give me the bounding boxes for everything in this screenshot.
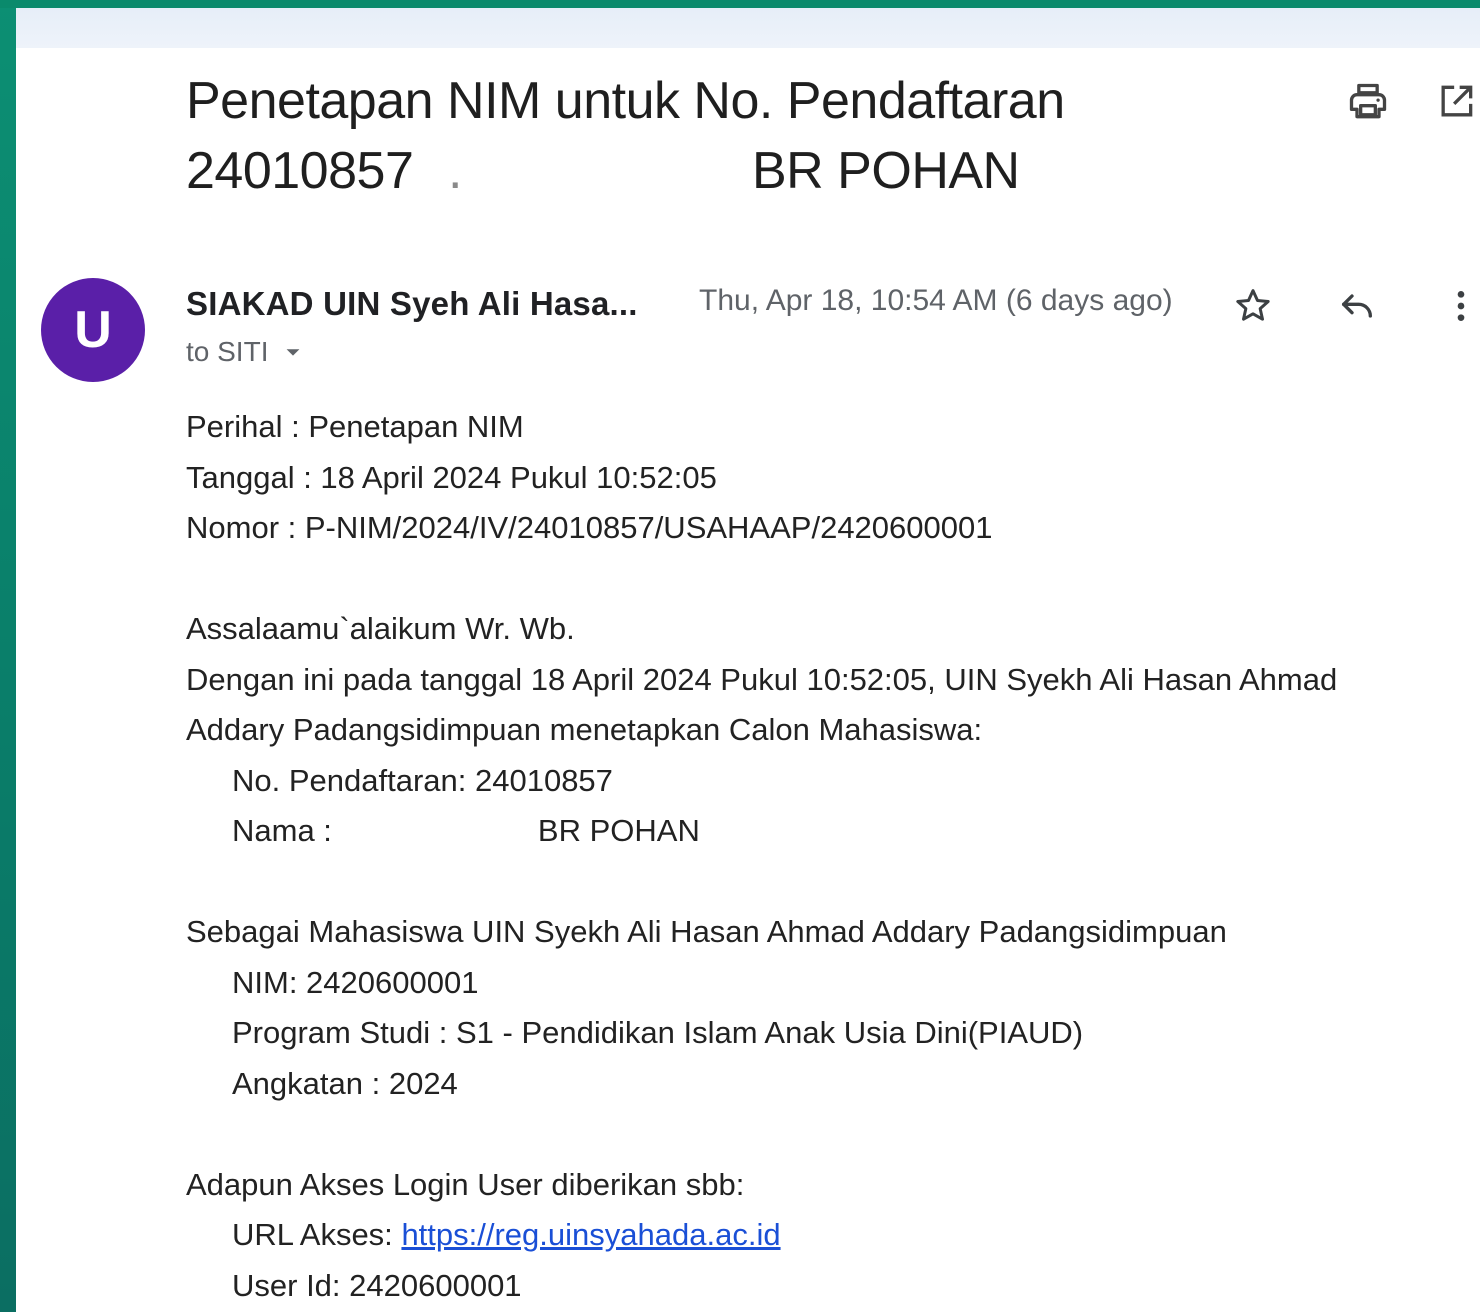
avatar-letter: U bbox=[74, 301, 112, 359]
nomor-line: Nomor : P-NIM/2024/IV/24010857/USAHAAP/2… bbox=[186, 510, 993, 545]
as-student-line: Sebagai Mahasiswa UIN Syekh Ali Hasan Ah… bbox=[186, 914, 1227, 949]
sender-name[interactable]: SIAKAD UIN Syeh Ali Hasa... bbox=[186, 285, 638, 323]
perihal-line: Perihal : Penetapan NIM bbox=[186, 409, 524, 444]
name-label: Nama : bbox=[232, 813, 332, 848]
email-body: Perihal : Penetapan NIM Tanggal : 18 Apr… bbox=[186, 402, 1466, 1311]
dropdown-arrow-icon[interactable] bbox=[282, 341, 304, 363]
intro-line-2: Addary Padangsidimpuan menetapkan Calon … bbox=[186, 712, 983, 747]
toolbar-strip bbox=[16, 8, 1480, 48]
tanggal-line: Tanggal : 18 April 2024 Pukul 10:52:05 bbox=[186, 459, 717, 495]
intro-line-1: Dengan ini pada tanggal 18 April 2024 Pu… bbox=[186, 661, 1338, 697]
email-subject: Penetapan NIM untuk No. Pendaftaran 2401… bbox=[186, 66, 1316, 206]
access-url-link[interactable]: https://reg.uinsyahada.ac.id bbox=[401, 1217, 780, 1252]
recipient-label: to SITI bbox=[186, 336, 269, 367]
reply-icon[interactable] bbox=[1333, 282, 1381, 330]
greeting-line: Assalaamu`alaikum Wr. Wb. bbox=[186, 611, 575, 646]
sender-row: SIAKAD UIN Syeh Ali Hasa... bbox=[186, 280, 638, 328]
subject-line-2: 24010857 . BR POHAN bbox=[186, 136, 1316, 206]
name-value: BR POHAN bbox=[537, 813, 700, 848]
subject-registration-number: 24010857 bbox=[186, 142, 414, 200]
program-line: Program Studi : S1 - Pendidikan Islam An… bbox=[232, 1015, 1084, 1050]
nim-line: NIM: 2420600001 bbox=[232, 964, 479, 1000]
recipients[interactable]: to SITI bbox=[186, 336, 304, 368]
user-id-line: User Id: 2420600001 bbox=[232, 1267, 522, 1303]
sent-date[interactable]: Thu, Apr 18, 10:54 AM (6 days ago) bbox=[699, 284, 1173, 318]
star-icon[interactable] bbox=[1229, 282, 1277, 330]
window-frame-top bbox=[0, 0, 1480, 8]
registration-number-line: No. Pendaftaran: 24010857 bbox=[232, 762, 613, 798]
access-intro-line: Adapun Akses Login User diberikan sbb: bbox=[186, 1166, 745, 1202]
angkatan-line: Angkatan : 2024 bbox=[232, 1065, 458, 1101]
print-icon[interactable] bbox=[1344, 78, 1392, 126]
avatar[interactable]: U bbox=[41, 278, 145, 382]
open-in-new-window-icon[interactable] bbox=[1432, 78, 1480, 126]
subject-separator-dot: . bbox=[448, 142, 462, 200]
message-actions bbox=[1229, 282, 1480, 330]
subject-line-1: Penetapan NIM untuk No. Pendaftaran bbox=[186, 72, 1065, 130]
name-line: Nama : BR POHAN bbox=[186, 806, 1466, 857]
url-line: URL Akses: https://reg.uinsyahada.ac.id bbox=[186, 1210, 1466, 1261]
url-label: URL Akses: bbox=[232, 1217, 393, 1252]
email-panel: Penetapan NIM untuk No. Pendaftaran 2401… bbox=[16, 8, 1480, 1312]
subject-student-name: BR POHAN bbox=[752, 142, 1020, 200]
subject-actions bbox=[1344, 78, 1480, 126]
more-vert-icon[interactable] bbox=[1437, 282, 1480, 330]
